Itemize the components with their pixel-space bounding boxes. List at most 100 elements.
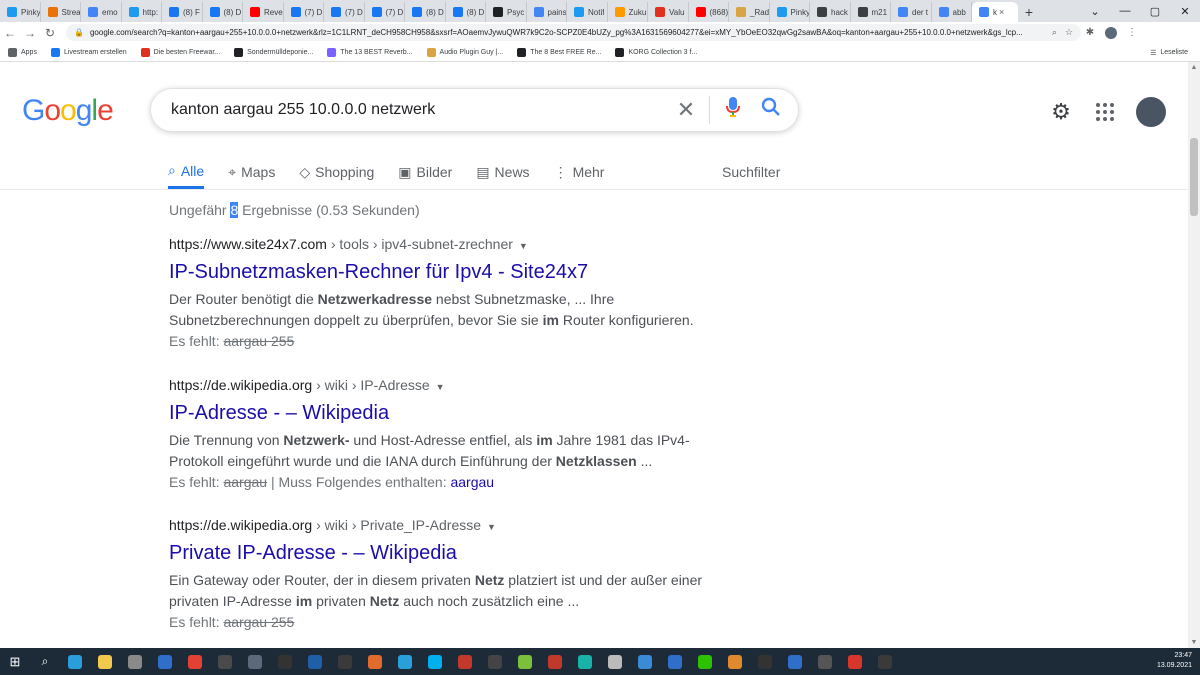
taskbar-app17-icon[interactable]	[810, 648, 840, 675]
extensions-icon[interactable]: ✱	[1081, 27, 1099, 38]
microphone-icon[interactable]	[714, 96, 752, 124]
tab-alle[interactable]: ⌕ Alle	[168, 158, 205, 189]
reading-list[interactable]: ☰ Leseliste	[1150, 43, 1188, 62]
tab-maps[interactable]: ⌖ Maps	[228, 158, 275, 186]
tab[interactable]: (7) D	[284, 2, 324, 22]
bookmark-item[interactable]: Audio Plugin Guy |...	[426, 47, 503, 57]
taskbar-wechat-icon[interactable]	[690, 648, 720, 675]
taskbar-telegram-icon[interactable]	[390, 648, 420, 675]
taskbar-app13-icon[interactable]	[660, 648, 690, 675]
bookmark-item[interactable]: Sondermülldeponie...	[234, 47, 313, 57]
tab[interactable]: Strea	[41, 2, 81, 22]
search-box[interactable]: kanton aargau 255 10.0.0.0 netzwerk ✕	[150, 88, 799, 132]
page-scrollbar[interactable]: ▲ ▼	[1188, 62, 1200, 648]
taskbar-app14-icon[interactable]	[720, 648, 750, 675]
bookmark-item[interactable]: KORG Collection 3 f...	[615, 47, 697, 57]
taskbar-explorer-icon[interactable]	[90, 648, 120, 675]
tab[interactable]: (7) D	[365, 2, 405, 22]
must-include-link[interactable]: aargau	[450, 474, 494, 490]
taskbar-app10-icon[interactable]	[570, 648, 600, 675]
chevron-down-icon[interactable]: ▼	[519, 241, 528, 251]
taskbar-edge-icon[interactable]	[60, 648, 90, 675]
taskbar-skype-icon[interactable]	[420, 648, 450, 675]
tab-active[interactable]: k ×	[972, 2, 1018, 22]
scroll-down-icon[interactable]: ▼	[1188, 639, 1200, 646]
search-icon[interactable]	[752, 97, 790, 123]
forward-button[interactable]: →	[20, 26, 40, 40]
windows-start-icon[interactable]: ⊞	[0, 648, 30, 675]
tab[interactable]: pains	[527, 2, 567, 22]
menu-icon[interactable]: ⋮	[1123, 27, 1141, 38]
tab[interactable]: (7) D	[324, 2, 365, 22]
result-url[interactable]: https://de.wikipedia.org › wiki › Privat…	[169, 515, 729, 537]
tab[interactable]: der t	[891, 2, 932, 22]
bookmark-item[interactable]: Die besten Freewar...	[140, 47, 220, 57]
tab[interactable]: hack	[810, 2, 851, 22]
tab[interactable]: Psyc	[486, 2, 527, 22]
bookmark-item[interactable]: The 13 BEST Reverb...	[327, 47, 413, 57]
account-avatar[interactable]	[1136, 97, 1166, 127]
taskbar-app6-icon[interactable]	[450, 648, 480, 675]
bookmark-item[interactable]: Apps	[8, 47, 37, 57]
tab-news[interactable]: ▤ News	[476, 158, 529, 186]
tab[interactable]: m21	[851, 2, 891, 22]
tab[interactable]: Pinky	[0, 2, 41, 22]
apps-grid-icon[interactable]	[1090, 103, 1120, 121]
tab[interactable]: (8) D	[446, 2, 486, 22]
scrollbar-thumb[interactable]	[1190, 138, 1198, 216]
bookmark-star-icon[interactable]: ☆	[1065, 27, 1073, 38]
scroll-up-icon[interactable]: ▲	[1188, 64, 1200, 71]
result-title-link[interactable]: IP-Adresse - – Wikipedia	[169, 400, 729, 426]
tab[interactable]: Pinky	[770, 2, 810, 22]
taskbar-mail-icon[interactable]	[150, 648, 180, 675]
tab[interactable]: (8) D	[405, 2, 446, 22]
tab[interactable]: (868)	[689, 2, 729, 22]
taskbar-app9-icon[interactable]	[540, 648, 570, 675]
taskbar-app16-icon[interactable]	[780, 648, 810, 675]
address-bar[interactable]: 🔒 google.com/search?q=kanton+aargau+255+…	[66, 24, 1081, 41]
clear-icon[interactable]: ✕	[667, 97, 705, 123]
tab-shopping[interactable]: ◇ Shopping	[299, 158, 374, 186]
taskbar-app1-icon[interactable]	[210, 648, 240, 675]
taskbar-app18-icon[interactable]	[840, 648, 870, 675]
taskbar-app7-icon[interactable]	[480, 648, 510, 675]
result-title-link[interactable]: Private IP-Adresse - – Wikipedia	[169, 540, 729, 566]
taskbar-live-icon[interactable]	[270, 648, 300, 675]
taskbar-search-icon[interactable]: ⌕	[30, 648, 60, 675]
taskbar-app11-icon[interactable]	[600, 648, 630, 675]
result-url[interactable]: https://www.site24x7.com › tools › ipv4-…	[169, 234, 729, 256]
close-window-button[interactable]: ✕	[1170, 5, 1200, 18]
taskbar-app12-icon[interactable]	[630, 648, 660, 675]
tab-mehr[interactable]: ⋮ Mehr	[554, 158, 605, 186]
tab-bilder[interactable]: ▣ Bilder	[398, 158, 452, 186]
profile-avatar[interactable]	[1105, 26, 1117, 39]
tools-button[interactable]: Suchfilter	[722, 158, 780, 186]
taskbar-app5-icon[interactable]	[360, 648, 390, 675]
tab[interactable]: Valu	[648, 2, 689, 22]
google-logo[interactable]: Google	[22, 94, 114, 128]
tab[interactable]: Notif	[567, 2, 608, 22]
tab[interactable]: emo	[81, 2, 122, 22]
chevron-down-icon[interactable]: ▼	[436, 382, 445, 392]
tab[interactable]: (8) D	[203, 2, 243, 22]
tab-search-icon[interactable]: ⌄	[1080, 5, 1110, 18]
bookmark-item[interactable]: Livestream erstellen	[50, 47, 127, 57]
tab[interactable]: http:	[122, 2, 162, 22]
system-clock[interactable]: 23:47 13.09.2021	[1157, 651, 1192, 671]
maximize-button[interactable]: ▢	[1140, 5, 1170, 18]
minimize-button[interactable]: —	[1110, 5, 1140, 17]
tab[interactable]: Zuku	[608, 2, 648, 22]
new-tab-button[interactable]: +	[1018, 2, 1040, 22]
tab[interactable]: _Rad	[729, 2, 770, 22]
tab[interactable]: Reve	[243, 2, 284, 22]
lock-icon[interactable]: 🔒	[74, 28, 84, 37]
tab[interactable]: abb	[932, 2, 972, 22]
gear-icon[interactable]: ⚙	[1046, 99, 1076, 125]
back-button[interactable]: ←	[0, 26, 20, 40]
taskbar-app8-icon[interactable]	[510, 648, 540, 675]
url-text[interactable]: google.com/search?q=kanton+aargau+255+10…	[90, 28, 1044, 37]
chevron-down-icon[interactable]: ▼	[487, 522, 496, 532]
taskbar-app19-icon[interactable]	[870, 648, 900, 675]
search-input[interactable]: kanton aargau 255 10.0.0.0 netzwerk	[171, 101, 667, 119]
taskbar-app2-icon[interactable]	[240, 648, 270, 675]
